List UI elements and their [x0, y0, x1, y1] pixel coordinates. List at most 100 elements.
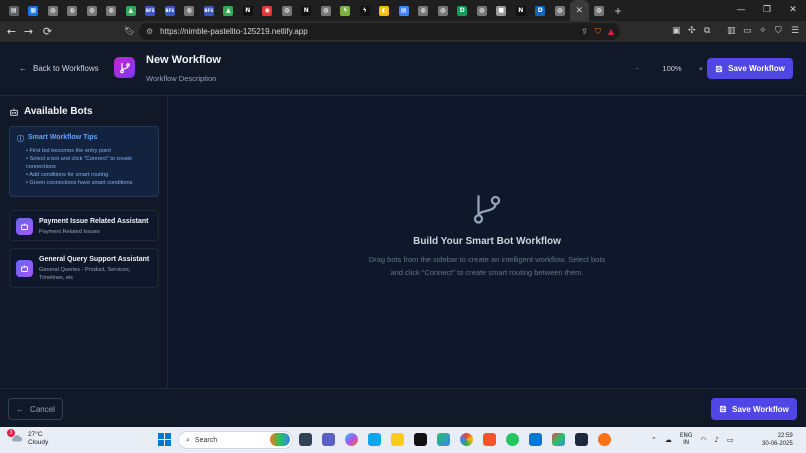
task-view-icon[interactable] — [299, 433, 312, 446]
globe-icon: ◍ — [593, 5, 604, 16]
back-to-workflows-link[interactable]: ← Back to Workflows — [19, 64, 99, 73]
browser-tab[interactable]: ◍ — [63, 0, 83, 21]
wallet-icon[interactable]: ▣ — [672, 21, 681, 42]
copilot-icon[interactable] — [345, 433, 358, 446]
browser-tab[interactable]: N — [511, 0, 531, 21]
square-icon: ■ — [496, 5, 507, 16]
whatsapp-icon[interactable] — [506, 433, 519, 446]
terminal-icon[interactable] — [414, 433, 427, 446]
zoom-out-button[interactable]: - — [636, 64, 650, 73]
vpn-icon[interactable]: ⛉ — [775, 21, 782, 42]
globe-icon: ◍ — [106, 5, 117, 16]
browser-tab[interactable]: ◐ — [375, 0, 395, 21]
widgets-icon[interactable] — [270, 433, 290, 446]
weather-widget[interactable]: 3 27°C Cloudy — [7, 429, 48, 447]
wallet2-icon[interactable]: ▭ — [743, 21, 752, 42]
save-workflow-button-bottom[interactable]: Save Workflow — [711, 398, 797, 420]
leo-icon[interactable]: ✧ — [759, 21, 767, 42]
browser-tab[interactable]: ◍ — [550, 0, 570, 21]
browser-tab[interactable]: ◍ — [472, 0, 492, 21]
workflow-title[interactable]: New Workflow — [146, 54, 221, 66]
browser-tab[interactable]: ✕ — [569, 0, 589, 21]
start-button[interactable] — [158, 433, 171, 446]
teams-icon[interactable] — [322, 433, 335, 446]
vscode-icon[interactable] — [529, 433, 542, 446]
globe-icon: ◍ — [320, 5, 331, 16]
maximize-icon[interactable]: ❐ — [754, 0, 780, 21]
browser-tab[interactable]: D — [453, 0, 473, 21]
postman-icon[interactable] — [598, 433, 611, 446]
menu-icon[interactable]: ☰ — [791, 21, 799, 42]
workflow-logo — [114, 57, 135, 78]
screenshot-icon[interactable]: ⧉ — [704, 21, 710, 42]
wifi-icon[interactable]: ◠ — [700, 436, 706, 444]
volume-icon[interactable]: ♪ — [714, 436, 718, 444]
browser-tab[interactable]: BFS — [141, 0, 161, 21]
arrow-left-icon: ← — [16, 404, 25, 414]
browser-tab[interactable]: ◍ — [589, 0, 609, 21]
tip-item: • Green connections have smart condition… — [26, 180, 133, 186]
browser-tab[interactable]: ◍ — [43, 0, 63, 21]
bookmark-icon[interactable]: 🔖︎ — [124, 21, 135, 42]
forward-arrow-icon[interactable]: → — [21, 25, 36, 38]
browser-tab[interactable]: ◍ — [433, 0, 453, 21]
browser-tab[interactable]: ϟ — [355, 0, 375, 21]
browser-tab[interactable]: BFS — [199, 0, 219, 21]
slack-icon[interactable] — [552, 433, 565, 446]
reload-icon[interactable]: ⟳ — [40, 25, 55, 38]
browser-tab[interactable]: N — [238, 0, 258, 21]
browser-tab[interactable]: ▲ — [121, 0, 141, 21]
file-explorer-icon[interactable] — [391, 433, 404, 446]
workflow-canvas[interactable]: Build Your Smart Bot Workflow Drag bots … — [168, 96, 806, 388]
browser-tab[interactable]: N — [297, 0, 317, 21]
address-bar[interactable]: ⚙ https://nimble-pastelito-125219.netlif… — [139, 23, 620, 40]
browser-tab[interactable]: ■ — [492, 0, 512, 21]
browser-tab[interactable]: ◍ — [180, 0, 200, 21]
clock[interactable]: 22:59 30-06-2025 — [762, 432, 793, 448]
browser-tab[interactable]: ϟ — [336, 0, 356, 21]
browser-tab[interactable]: BFS — [160, 0, 180, 21]
new-tab-button[interactable]: + — [615, 4, 622, 18]
url-text[interactable]: https://nimble-pastelito-125219.netlify.… — [160, 27, 308, 36]
browser-tab[interactable]: ◉ — [258, 0, 278, 21]
cancel-button[interactable]: ← Cancel — [8, 398, 63, 420]
browser-tab[interactable]: ▤ — [394, 0, 414, 21]
minimize-icon[interactable]: — — [728, 0, 754, 21]
browser-tab[interactable]: ◍ — [82, 0, 102, 21]
battery-icon[interactable]: ▭ — [727, 436, 734, 444]
browser-tab[interactable]: ◍ — [316, 0, 336, 21]
browser-tab[interactable]: ◍ — [102, 0, 122, 21]
site-info-icon[interactable]: ⚙ — [146, 27, 153, 36]
sidebar-toggle-icon[interactable]: ▥ — [727, 21, 736, 42]
browser-tab[interactable]: D — [531, 0, 551, 21]
store-icon[interactable] — [368, 433, 381, 446]
workflow-description[interactable]: Workflow Description — [146, 74, 216, 83]
browser-tab[interactable]: ▤ — [4, 0, 24, 21]
browser-tab[interactable]: ◍ — [414, 0, 434, 21]
workflow-tips-panel: ⓘ Smart Workflow Tips • First bot become… — [9, 126, 159, 197]
bot-card-payment[interactable]: Payment Issue Related Assistant Payment … — [9, 210, 159, 241]
onedrive-icon[interactable]: ☁ — [665, 436, 672, 444]
close-window-icon[interactable]: ✕ — [780, 0, 806, 21]
git-app-icon[interactable] — [437, 433, 450, 446]
brave-rewards-icon[interactable]: ▲ — [608, 27, 614, 36]
bot-card-general-query[interactable]: General Query Support Assistant General … — [9, 248, 159, 288]
workflow-footer: ← Cancel Save Workflow — [0, 388, 806, 427]
browser-toolbar: ← → ⟳ 🔖︎ ⚙ https://nimble-pastelito-1252… — [0, 21, 806, 42]
browser-tab[interactable]: ▲ — [219, 0, 239, 21]
console-icon[interactable] — [575, 433, 588, 446]
save-workflow-button[interactable]: Save Workflow — [707, 58, 793, 79]
browser-tab[interactable]: ▦ — [24, 0, 44, 21]
notion-icon: N — [242, 5, 253, 16]
share-icon[interactable]: ⇪ — [581, 27, 588, 36]
brave-shield-icon[interactable]: ⛉ — [595, 27, 601, 37]
zoom-in-button[interactable]: + — [694, 64, 708, 73]
chevron-up-icon[interactable]: ⌃ — [651, 436, 657, 444]
brave-icon[interactable] — [483, 433, 496, 446]
language-indicator[interactable]: ENG IN — [680, 433, 693, 447]
workflow-header: ← Back to Workflows New Workflow Workflo… — [0, 42, 806, 96]
back-arrow-icon[interactable]: ← — [4, 25, 19, 38]
browser-tab[interactable]: ◍ — [277, 0, 297, 21]
extensions-icon[interactable]: ✣ — [688, 21, 696, 42]
chrome-icon[interactable] — [460, 433, 473, 446]
